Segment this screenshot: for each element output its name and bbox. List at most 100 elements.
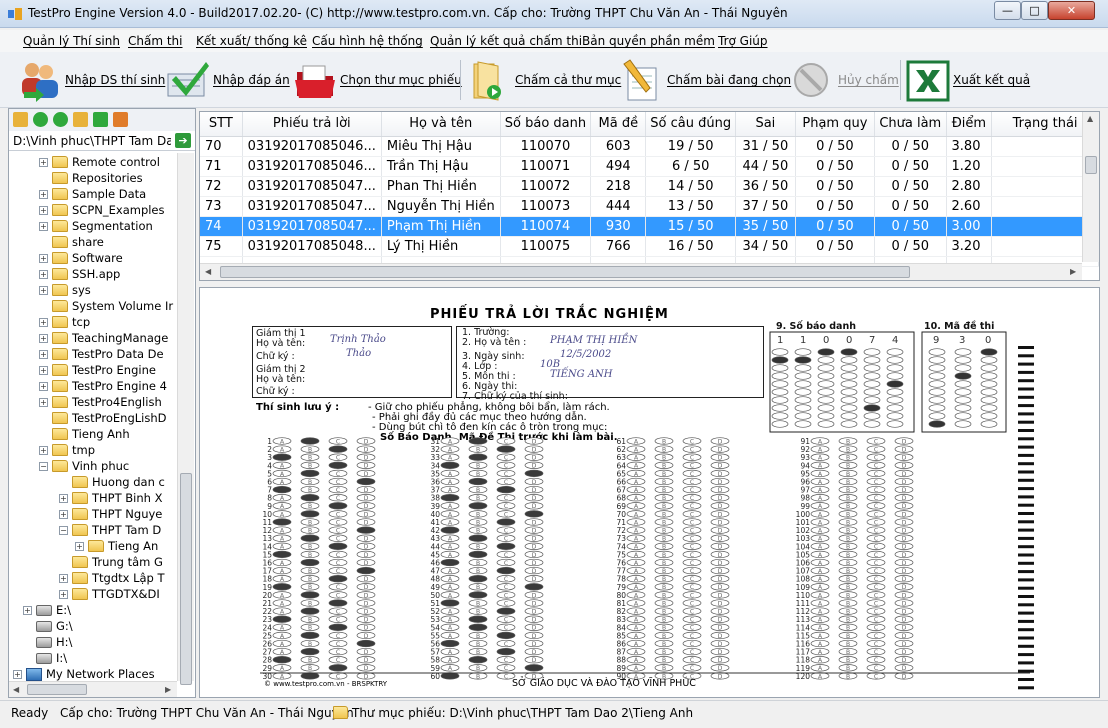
scroll-right-icon[interactable]: ▶ [1070,267,1076,276]
table-row[interactable]: 74 03192017085047... Phạm Thị Hiền 110074 93… [200,216,1099,237]
tree-expander-icon[interactable]: + [39,397,48,407]
back-icon[interactable] [33,112,48,127]
path-input[interactable]: D:\Vinh phuc\THPT Tam Dao 2 [13,134,171,148]
forward-icon[interactable] [53,112,68,127]
tree-vertical-scrollbar[interactable] [177,153,194,685]
maximize-button[interactable]: □ [1021,1,1048,20]
tree-expander-icon[interactable]: + [39,333,48,343]
menu-license[interactable]: Bản quyền phần mềm [582,34,715,48]
minimize-button[interactable]: — [994,1,1021,20]
tree-item[interactable]: + TTGDTX&DI [59,586,160,602]
tree-item[interactable]: + SSH.app [39,266,120,282]
tree-expander-icon[interactable]: + [59,589,68,599]
tree-expander-icon[interactable]: + [39,365,48,375]
scroll-up-icon[interactable]: ▲ [1087,114,1093,123]
tree-expander-icon[interactable]: + [39,381,48,391]
grade-selected-button[interactable]: Chấm bài đang chọn [620,56,791,104]
table-scroll-thumb[interactable] [1085,156,1097,174]
choose-folder-button[interactable]: Chọn thư mục phiếu [293,56,462,104]
column-header[interactable]: Phiếu trả lời [242,112,382,137]
table-row[interactable]: 71 03192017085046... Trần Thị Hậu 110071 494… [200,156,1099,177]
tree-item[interactable]: Repositories [39,170,143,186]
tree-expander-icon[interactable]: + [39,157,48,167]
tree-expander-icon[interactable]: + [39,253,48,263]
column-header[interactable]: Chưa làm [874,112,947,137]
tree-item[interactable]: + Sample Data [39,186,146,202]
column-header[interactable]: Phạm quy [795,112,876,137]
tree-item[interactable]: − THPT Tam D [59,522,161,538]
column-header[interactable]: Điểm [946,112,993,137]
tree-item[interactable]: + E:\ [23,602,71,618]
tree-item[interactable]: − Vinh phuc [39,458,129,474]
tree-item[interactable]: share [39,234,104,250]
tree-expander-icon[interactable]: + [13,669,22,679]
tree-expander-icon[interactable]: + [59,493,68,503]
import-answers-button[interactable]: Nhập đáp án [166,56,290,104]
tree-expander-icon[interactable]: + [59,573,68,583]
tree-expander-icon[interactable]: + [39,317,48,327]
tree-expander-icon[interactable]: + [39,445,48,455]
tree-expander-icon[interactable]: + [75,541,84,551]
menu-config[interactable]: Cấu hình hệ thống [312,34,423,48]
menu-results[interactable]: Quản lý kết quả chấm thi [430,34,582,48]
menu-help[interactable]: Trợ Giúp [718,34,768,48]
column-header[interactable]: Số câu đúng [645,112,736,137]
table-row[interactable]: 73 03192017085047... Nguyễn Thị Hiền 110073… [200,196,1099,217]
tree-item[interactable]: + tmp [39,442,95,458]
scroll-left-icon[interactable]: ◀ [205,267,211,276]
tree-expander-icon[interactable]: + [39,189,48,199]
export-results-button[interactable]: Xuất kết quả [906,56,1030,104]
tree-hscroll-thumb[interactable] [27,684,87,695]
new-folder-icon[interactable] [13,112,28,127]
refresh-icon[interactable] [93,112,108,127]
tree-item[interactable]: TestProEngLishD [39,410,166,426]
table-hscroll-thumb[interactable] [220,266,910,278]
tree-item[interactable]: System Volume Ir [39,298,173,314]
tree-item[interactable]: + THPT Nguye [59,506,162,522]
tree-item[interactable]: I:\ [23,650,67,666]
tree-expander-icon[interactable]: + [59,509,68,519]
tree-item[interactable]: + sys [39,282,91,298]
tree-horizontal-scrollbar[interactable]: ◀ ▶ [9,681,177,697]
up-folder-icon[interactable] [73,112,88,127]
tree-item[interactable]: Trung tâm G [59,554,163,570]
answer-sheet-preview[interactable]: PHIẾU TRẢ LỜI TRẮC NGHIỆM Giám thị 1 Họ … [199,287,1100,698]
home-icon[interactable] [113,112,128,127]
table-row[interactable]: 70 03192017085046... Miêu Thị Hậu 110070 603… [200,136,1099,157]
tree-expander-icon[interactable]: + [39,205,48,215]
tree-expander-icon[interactable]: + [39,349,48,359]
tree-item[interactable]: + TestPro Data De [39,346,164,362]
tree-item[interactable]: + THPT Binh X [59,490,162,506]
column-header[interactable]: Họ và tên [381,112,501,137]
scroll-left-icon[interactable]: ◀ [13,685,19,694]
menu-export[interactable]: Kết xuất/ thống kê [196,34,307,48]
tree-item[interactable]: + TestPro Engine [39,362,156,378]
close-button[interactable]: ✕ [1048,1,1095,20]
column-header[interactable]: Sai [735,112,796,137]
tree-item[interactable]: Huong dan c [59,474,165,490]
scroll-right-icon[interactable]: ▶ [165,685,171,694]
column-header[interactable]: Số báo danh [500,112,592,137]
tree-item[interactable]: + tcp [39,314,90,330]
tree-expander-icon[interactable]: − [39,461,48,471]
tree-item[interactable]: + TeachingManage [39,330,168,346]
tree-expander-icon[interactable]: + [39,285,48,295]
tree-item[interactable]: + SCPN_Examples [39,202,165,218]
tree-scroll-thumb[interactable] [180,473,192,685]
tree-expander-icon[interactable]: − [59,525,68,535]
tree-expander-icon[interactable]: + [23,605,32,615]
column-header[interactable]: STT [200,112,243,137]
tree-expander-icon[interactable]: + [39,269,48,279]
tree-item[interactable]: + Remote control [39,154,160,170]
tree-item[interactable]: + TestPro Engine 4 [39,378,167,394]
tree-item[interactable]: G:\ [23,618,73,634]
menu-grading[interactable]: Chấm thi [128,34,183,48]
import-students-button[interactable]: Nhập DS thí sinh [18,56,165,104]
tree-item[interactable]: + Software [39,250,123,266]
tree-item[interactable]: + Tieng An [75,538,158,554]
go-button[interactable]: ➔ [175,133,191,148]
table-row[interactable]: 75 03192017085048... Lý Thị Hiền 110075 766 1… [200,236,1099,257]
grade-folder-button[interactable]: Chấm cả thư mục [468,56,621,104]
tree-item[interactable]: + TestPro4English [39,394,162,410]
tree-item[interactable]: H:\ [23,634,72,650]
